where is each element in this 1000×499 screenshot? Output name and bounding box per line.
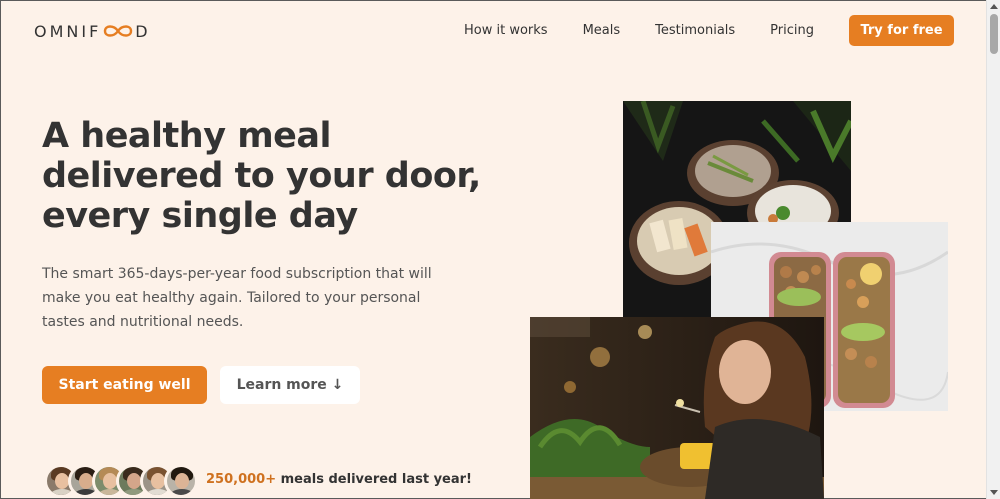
logo-text-left: OMNIF xyxy=(34,21,102,41)
delivered-count: 250,000+ xyxy=(206,472,277,487)
hero-title-line-1: A healthy meal xyxy=(42,116,332,156)
nav-pricing[interactable]: Pricing xyxy=(770,23,814,38)
scroll-down-icon[interactable] xyxy=(990,490,998,495)
customer-avatars xyxy=(44,464,198,498)
nav-testimonials[interactable]: Testimonials xyxy=(655,23,735,38)
nav-meals[interactable]: Meals xyxy=(583,23,621,38)
start-eating-well-button[interactable]: Start eating well xyxy=(42,366,207,404)
hero-description: The smart 365-days-per-year food subscri… xyxy=(42,266,432,330)
try-for-free-button[interactable]: Try for free xyxy=(849,15,954,46)
window-frame-left xyxy=(0,0,1,499)
delivered-text: meals delivered last year! xyxy=(280,472,472,487)
hero-title: A healthy meal delivered to your door, e… xyxy=(42,116,482,236)
nav-how-it-works[interactable]: How it works xyxy=(464,23,548,38)
hero-title-line-2: delivered to your door, xyxy=(42,156,481,196)
scroll-up-icon[interactable] xyxy=(990,4,998,9)
window-frame-top xyxy=(0,0,1000,1)
vertical-scrollbar[interactable] xyxy=(986,0,1000,499)
hero-image-woman-eating xyxy=(530,317,824,499)
learn-more-button[interactable]: Learn more ↓ xyxy=(220,366,360,404)
hero-title-line-3: every single day xyxy=(42,196,358,236)
scroll-thumb[interactable] xyxy=(990,14,998,54)
avatar xyxy=(164,464,198,498)
delivered-stat: 250,000+ meals delivered last year! xyxy=(206,472,472,487)
infinity-logo-icon xyxy=(104,25,133,37)
logo[interactable]: OMNIF D xyxy=(34,20,151,42)
logo-text-right: D xyxy=(135,21,151,41)
main-nav: How it works Meals Testimonials Pricing … xyxy=(464,15,954,46)
